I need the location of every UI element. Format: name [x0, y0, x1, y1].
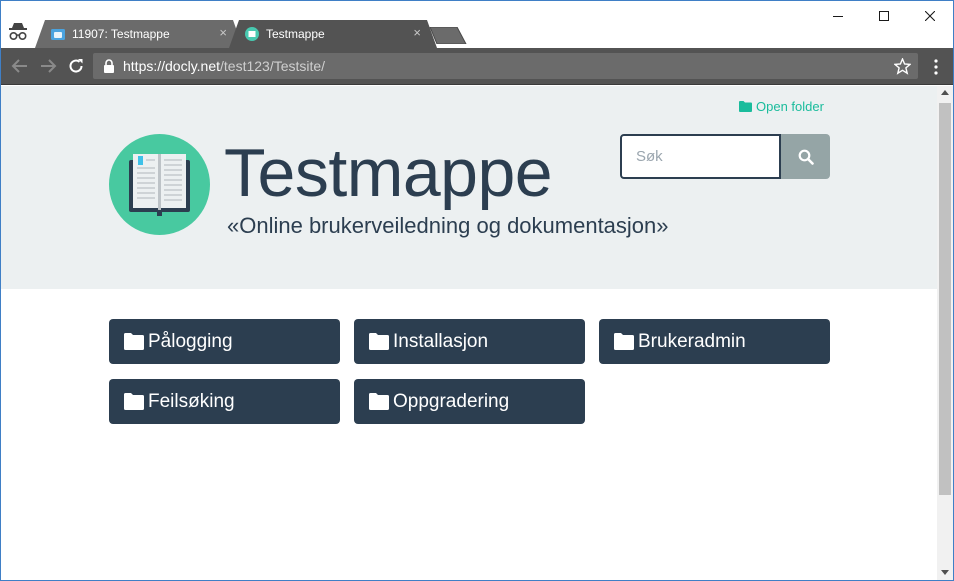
folder-icon [124, 333, 144, 350]
tab-title: Testmappe [266, 27, 325, 41]
folder-button-oppgradering[interactable]: Oppgradering [354, 379, 585, 424]
open-folder-label: Open folder [756, 99, 824, 114]
folder-label: Installasjon [393, 330, 489, 352]
star-icon[interactable] [894, 58, 911, 75]
tab-close-icon[interactable]: × [413, 26, 421, 40]
reload-icon[interactable] [67, 57, 85, 75]
tab-close-icon[interactable]: × [219, 26, 227, 40]
folder-icon [124, 393, 144, 410]
scroll-thumb[interactable] [939, 103, 951, 495]
open-folder-link[interactable]: Open folder [739, 99, 824, 114]
folder-icon [614, 333, 634, 350]
page-viewport: Open folder Testmappe «Online brukerveil… [1, 86, 937, 580]
folder-icon [369, 393, 389, 410]
maximize-icon [879, 11, 889, 21]
folder-button-brukeradmin[interactable]: Brukeradmin [599, 319, 830, 364]
browser-window: 11907: Testmappe × Testmappe × https://d… [0, 0, 954, 581]
maximize-button[interactable] [861, 1, 907, 31]
menu-icon[interactable] [931, 58, 941, 76]
book-logo-icon [109, 134, 210, 235]
folder-button-feilsoking[interactable]: Feilsøking [109, 379, 340, 424]
tab-title: 11907: Testmappe [72, 27, 170, 41]
url-host: https://docly.net [123, 58, 221, 74]
scroll-up-arrow-icon[interactable] [941, 90, 949, 95]
site-subtitle: «Online brukerveiledning og dokumentasjo… [227, 213, 669, 238]
folder-label: Pålogging [148, 330, 233, 352]
url-path: /test123/Testsite/ [220, 58, 326, 74]
lock-icon [104, 59, 114, 73]
folder-label: Feilsøking [148, 390, 235, 412]
address-url: https://docly.net/test123/Testsite/ [123, 58, 325, 74]
folder-button-palogging[interactable]: Pålogging [109, 319, 340, 364]
book-favicon-icon [245, 27, 259, 41]
minimize-button[interactable] [815, 1, 861, 31]
search-input[interactable] [620, 134, 781, 179]
tab-testmappe-active[interactable]: Testmappe × [229, 20, 437, 48]
tab-strip: 11907: Testmappe × Testmappe × [1, 1, 953, 48]
folder-icon [739, 101, 752, 112]
folder-favicon-icon [51, 29, 65, 40]
folder-label: Oppgradering [393, 390, 510, 412]
scroll-down-arrow-icon[interactable] [941, 570, 949, 575]
folder-button-installasjon[interactable]: Installasjon [354, 319, 585, 364]
hero-header: Open folder Testmappe «Online brukerveil… [1, 86, 937, 289]
forward-icon[interactable] [39, 57, 57, 75]
search-button[interactable] [781, 134, 830, 179]
vertical-scrollbar[interactable] [937, 86, 953, 580]
folder-icon [369, 333, 389, 350]
search-icon [798, 149, 814, 165]
minimize-icon [833, 16, 843, 17]
folder-label: Brukeradmin [638, 330, 746, 352]
tab-11907-testmappe[interactable]: 11907: Testmappe × [35, 20, 243, 48]
close-window-button[interactable] [907, 1, 953, 31]
browser-toolbar: https://docly.net/test123/Testsite/ [1, 48, 953, 85]
incognito-icon [9, 23, 27, 41]
site-title: Testmappe [224, 135, 553, 211]
back-icon[interactable] [11, 57, 29, 75]
close-icon [925, 11, 935, 21]
address-bar[interactable]: https://docly.net/test123/Testsite/ [93, 53, 918, 79]
new-tab-button[interactable] [429, 27, 467, 44]
